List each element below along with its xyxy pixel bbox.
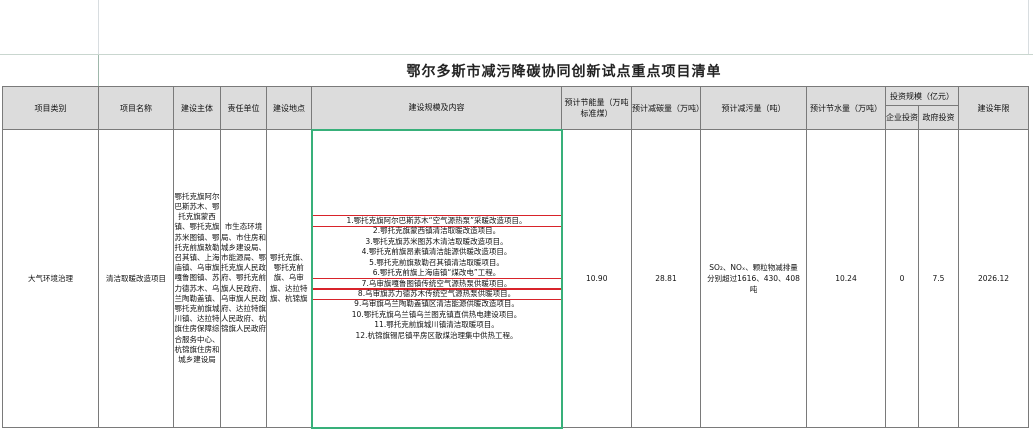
scope-item: 12.杭锦旗锡尼镇平房区散煤治理集中供热工程。 [355, 330, 518, 340]
table-title: 鄂尔多斯市减污降碳协同创新试点重点项目清单 [98, 55, 1029, 87]
grid-line [1028, 0, 1029, 55]
cell-pollution-reduction[interactable]: SO₂、NOₓ、颗粒物减排量分别超过1616、430、408吨 [700, 129, 807, 428]
scope-item: 9.乌审旗乌兰陶勒盖镇区清洁能源供暖改造项目。 [354, 299, 519, 309]
header-location[interactable]: 建设地点 [266, 86, 312, 130]
cell-year[interactable]: 2026.12 [958, 129, 1029, 428]
header-energy-saving[interactable]: 预计节能量（万吨标准煤） [561, 86, 632, 130]
header-year[interactable]: 建设年限 [958, 86, 1029, 130]
header-name[interactable]: 项目名称 [98, 86, 174, 130]
spreadsheet-view: 鄂尔多斯市减污降碳协同创新试点重点项目清单 项目类别 项目名称 建设主体 责任单… [0, 0, 1033, 443]
header-government-investment[interactable]: 政府投资 [918, 105, 959, 130]
table-row: 大气环境治理 清洁取暖改造项目 鄂托克旗阿尔巴斯苏木、鄂托克旗蒙西镇、鄂托克旗苏… [2, 128, 1029, 429]
scope-list: 1.鄂托克旗阿尔巴斯苏木“空气源热泵”采暖改造项目。 2.鄂托克旗蒙西镇清洁取暖… [313, 215, 560, 341]
scope-item-highlighted: 7.乌审旗嘎鲁图镇传统空气源热泵供暖项目。 [313, 277, 560, 290]
project-table: 项目类别 项目名称 建设主体 责任单位 建设地点 建设规模及内容 预计节能量（万… [2, 86, 1029, 429]
scope-item: 2.鄂托克旗蒙西镇清洁取暖改造项目。 [372, 226, 501, 236]
scope-item-highlighted: 1.鄂托克旗阿尔巴斯苏木“空气源热泵”采暖改造项目。 [313, 215, 560, 228]
cell-subject[interactable]: 鄂托克旗阿尔巴斯苏木、鄂托克旗蒙西镇、鄂托克旗苏米图镇、鄂托克前旗敖勒召其镇、上… [173, 129, 221, 428]
scope-item: 5.鄂托克前旗敖勒召其镇清洁取暖项目。 [369, 257, 504, 267]
header-category[interactable]: 项目类别 [2, 86, 99, 130]
scope-item: 3.鄂托克旗苏米图苏木清洁取暖改造项目。 [365, 236, 508, 246]
cell-government-investment[interactable]: 7.5 [918, 129, 959, 428]
cell-name[interactable]: 清洁取暖改造项目 [98, 129, 174, 428]
scope-item: 4.鄂托克前旗昂素镇清洁能源供暖改造项目。 [361, 247, 512, 257]
cell-scope[interactable]: 1.鄂托克旗阿尔巴斯苏木“空气源热泵”采暖改造项目。 2.鄂托克旗蒙西镇清洁取暖… [310, 128, 563, 429]
cell-location[interactable]: 鄂托克旗、鄂托克前旗、乌审旗、达拉特旗、杭锦旗 [266, 129, 312, 428]
header-carbon-reduction[interactable]: 预计减碳量（万吨） [631, 86, 701, 130]
cell-category[interactable]: 大气环境治理 [2, 129, 99, 428]
scope-item: 10.鄂托克旗乌兰镇乌兰图克镇直供热电建设项目。 [351, 309, 522, 319]
scope-item-highlighted: 8.乌审旗苏力德苏木传统空气源热泵供暖项目。 [313, 287, 560, 301]
cell-carbon-reduction[interactable]: 28.81 [631, 129, 701, 428]
cell-water-saving[interactable]: 10.24 [806, 129, 886, 428]
header-subject[interactable]: 建设主体 [173, 86, 221, 130]
cell-energy-saving[interactable]: 10.90 [561, 129, 632, 428]
scope-item: 11.鄂托克前旗城川镇清洁取暖项目。 [374, 320, 499, 330]
header-water-saving[interactable]: 预计节水量（万吨） [806, 86, 886, 130]
cell-enterprise-investment[interactable]: 0 [885, 129, 919, 428]
scope-item: 6.鄂托克前旗上海庙镇“煤改电”工程。 [372, 268, 501, 278]
header-scope[interactable]: 建设规模及内容 [311, 86, 562, 130]
header-enterprise-investment[interactable]: 企业投资 [885, 105, 919, 130]
header-unit[interactable]: 责任单位 [220, 86, 267, 130]
header-investment[interactable]: 投资规模（亿元） [885, 86, 959, 106]
header-pollution-reduction[interactable]: 预计减污量（吨） [700, 86, 807, 130]
grid-line [98, 0, 99, 55]
cell-unit[interactable]: 市生态环境局、市住房和城乡建设局、市能源局、鄂托克旗人民政府、鄂托克前旗人民政府… [220, 129, 267, 428]
